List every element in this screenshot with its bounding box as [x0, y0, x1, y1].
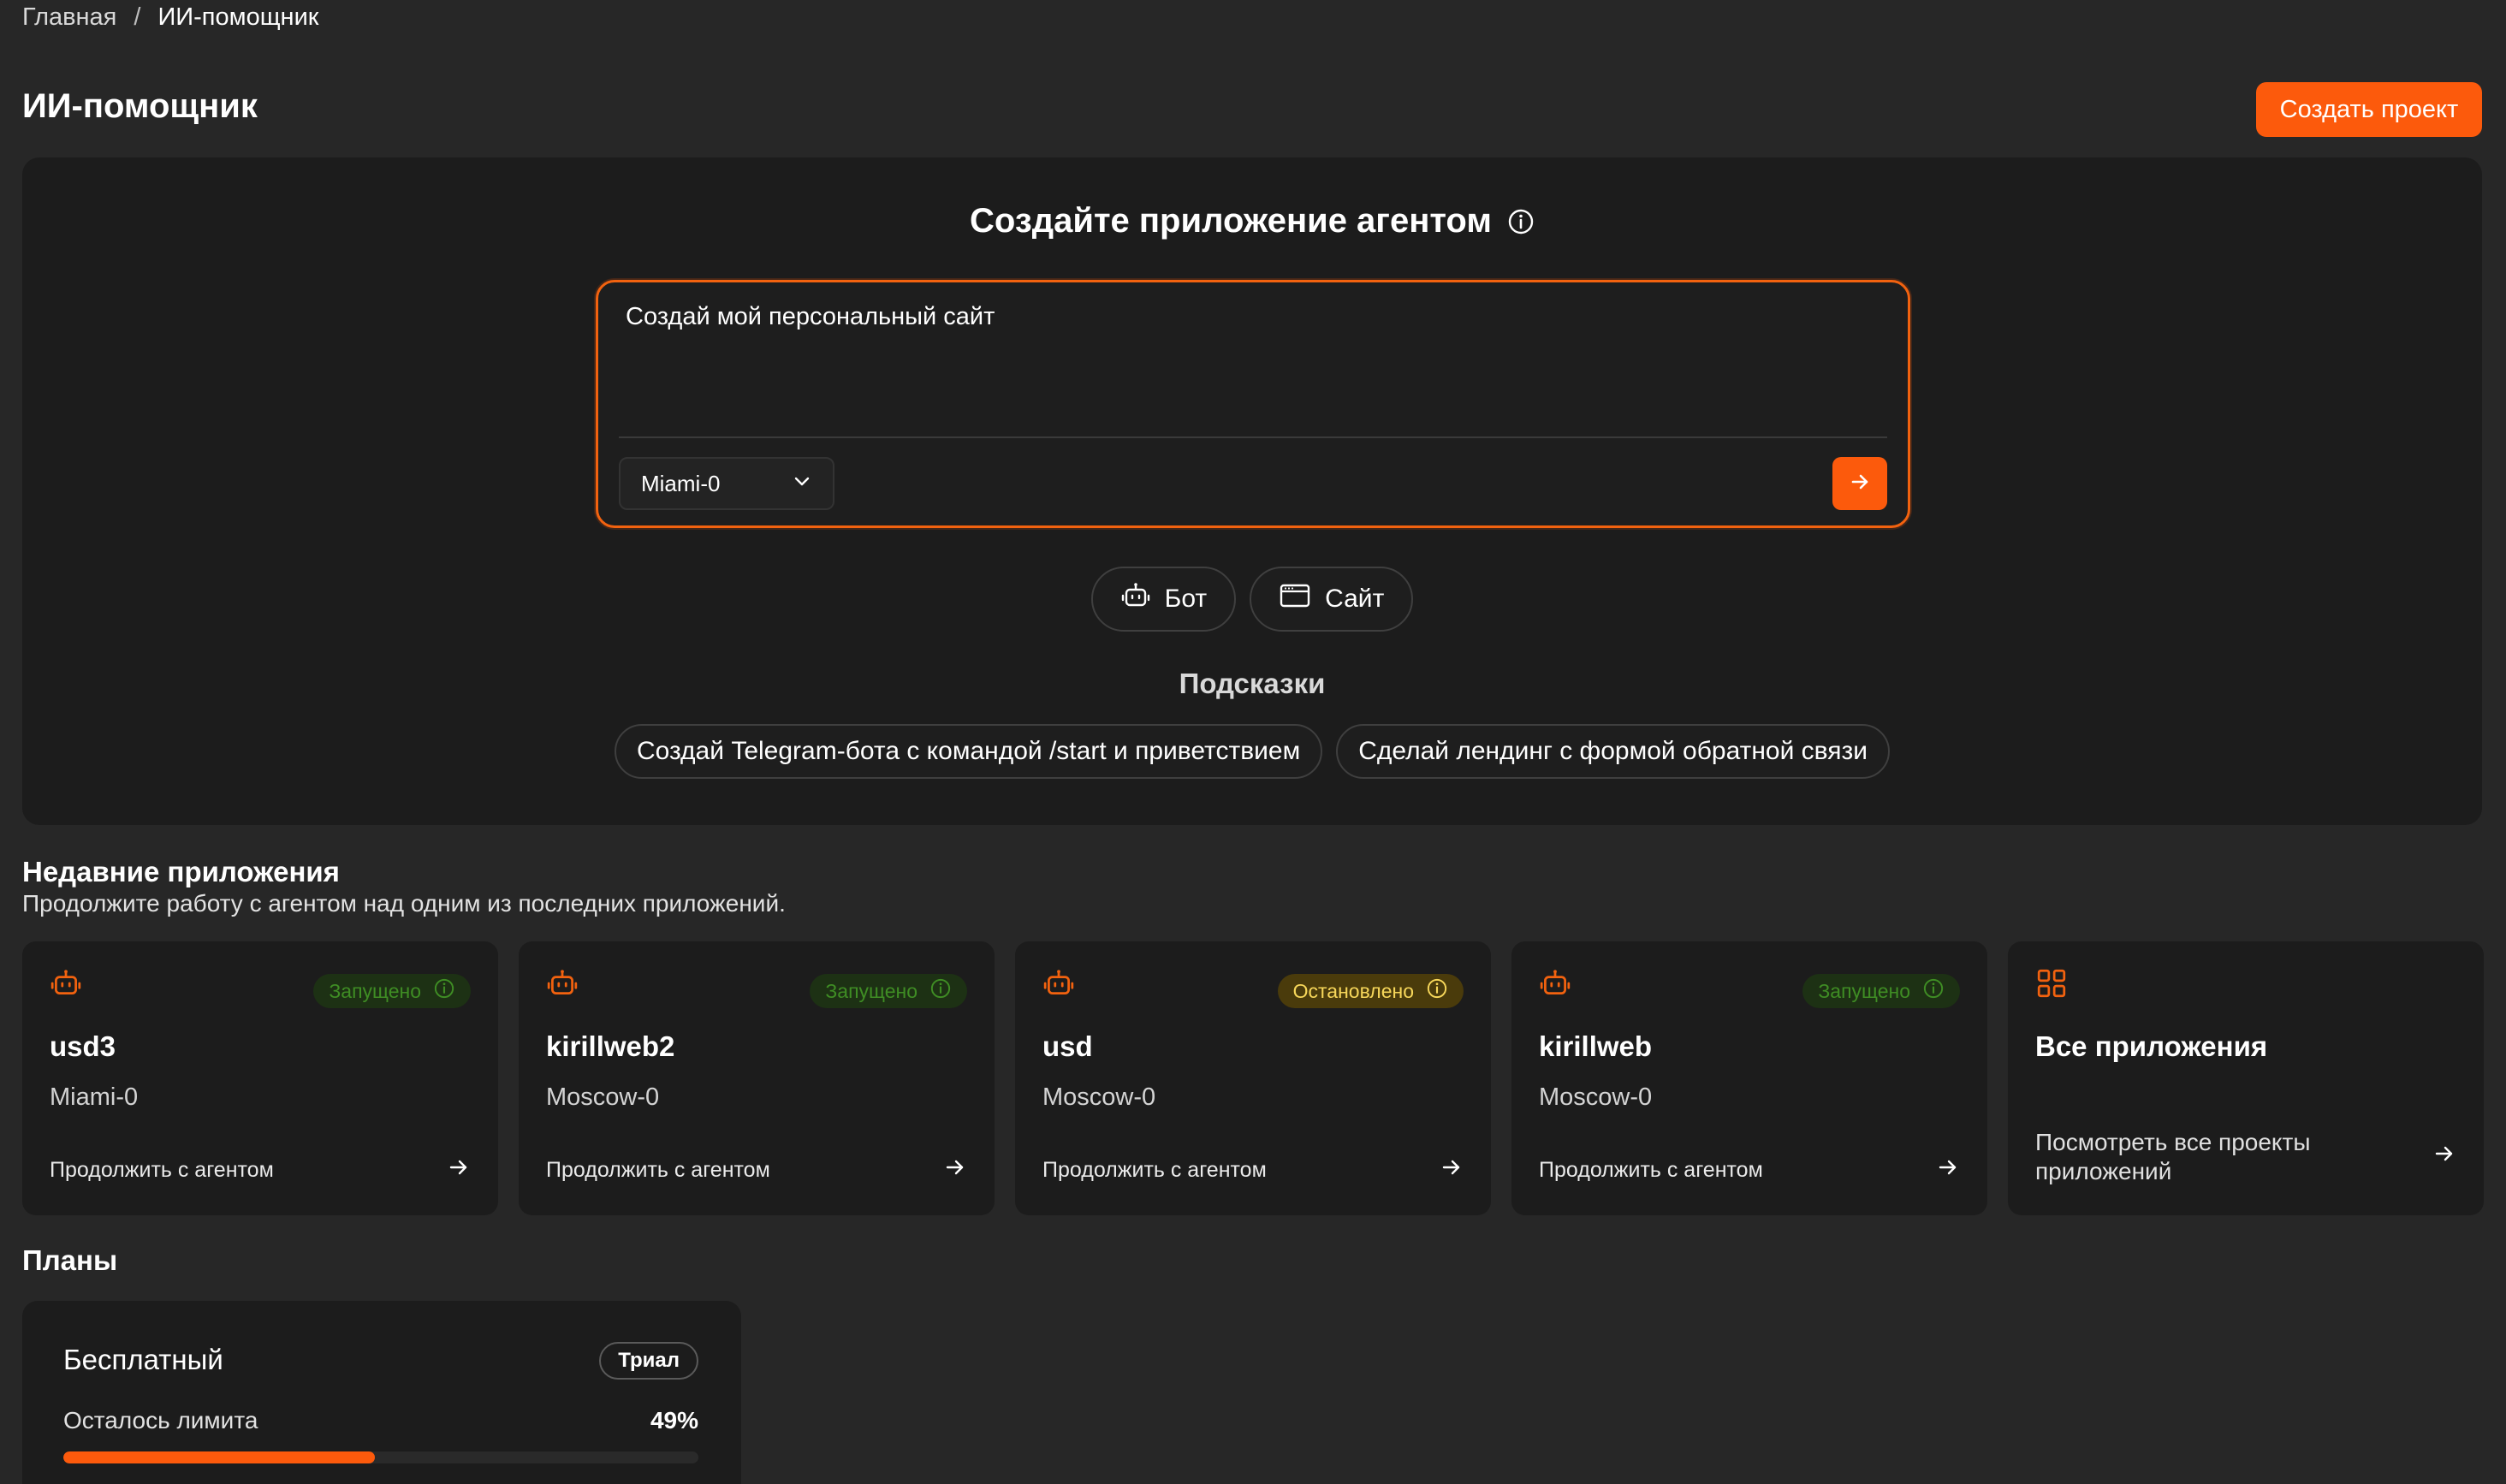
plan-limit-progress	[63, 1451, 698, 1463]
agent-create-title: Создайте приложение агентом	[970, 202, 1492, 240]
prompt-divider	[619, 436, 1887, 438]
app-card[interactable]: Запущено usd3 Miami-0 Продолжить с агент…	[22, 941, 498, 1215]
info-icon[interactable]	[1507, 208, 1535, 235]
app-card[interactable]: Остановлено usd Moscow-0 Продолжить с аг…	[1015, 941, 1491, 1215]
send-button[interactable]	[1832, 457, 1887, 510]
hints-row: Создай Telegram-бота с командой /start и…	[22, 724, 2482, 779]
plan-limit-label: Осталось лимита	[63, 1407, 258, 1434]
recent-apps-list: Запущено usd3 Miami-0 Продолжить с агент…	[22, 941, 2484, 1215]
bot-icon	[1539, 967, 1571, 1004]
bot-icon	[50, 967, 82, 1004]
app-region: Moscow-0	[1042, 1083, 1156, 1111]
plan-limit-value: 49%	[650, 1407, 698, 1434]
continue-with-agent-label: Продолжить с агентом	[546, 1158, 770, 1182]
agent-create-title-row: Создайте приложение агентом	[22, 202, 2482, 240]
breadcrumb-home-link[interactable]: Главная	[22, 3, 116, 32]
app-name: usd3	[50, 1030, 116, 1062]
recent-apps-subtitle: Продолжите работу с агентом над одним из…	[22, 890, 786, 917]
grid-icon	[2035, 967, 2068, 1004]
plan-limit-progress-fill	[63, 1451, 375, 1463]
hints-title: Подсказки	[1179, 668, 1326, 699]
plan-card: Бесплатный Триал Осталось лимита 49%	[22, 1301, 741, 1484]
app-name: kirillweb	[1539, 1030, 1653, 1062]
agent-create-panel: Создайте приложение агентом Создай мой п…	[22, 157, 2482, 825]
bot-icon	[546, 967, 579, 1004]
info-icon[interactable]	[929, 977, 952, 1005]
info-icon[interactable]	[1922, 977, 1945, 1005]
status-badge-label: Запущено	[825, 979, 917, 1002]
chevron-down-icon	[792, 471, 812, 497]
recent-apps-title: Недавние приложения	[22, 856, 340, 887]
mode-site-label: Сайт	[1325, 585, 1385, 613]
hint-chip-telegram-bot[interactable]: Создай Telegram-бота с командой /start и…	[614, 724, 1323, 779]
status-badge-label: Остановлено	[1292, 979, 1414, 1002]
mode-toggle-row: Бот Сайт	[22, 567, 2482, 632]
prompt-box: Создай мой персональный сайт Miami-0	[596, 280, 1910, 528]
app-name: usd	[1042, 1030, 1093, 1062]
mode-bot-label: Бот	[1164, 585, 1208, 613]
app-card[interactable]: Запущено kirillweb Moscow-0 Продолжить с…	[1511, 941, 1987, 1215]
app-name: kirillweb2	[546, 1030, 675, 1062]
status-badge: Запущено	[1802, 974, 1960, 1008]
arrow-right-icon	[447, 1155, 471, 1185]
breadcrumb-separator: /	[134, 3, 141, 31]
plans-title: Планы	[22, 1244, 118, 1276]
all-apps-card[interactable]: Все приложения Посмотреть все проекты пр…	[2008, 941, 2484, 1215]
arrow-right-icon	[1848, 470, 1872, 498]
mode-bot-button[interactable]: Бот	[1090, 567, 1237, 632]
arrow-right-icon	[2432, 1142, 2456, 1170]
breadcrumb: Главная / ИИ-помощник	[22, 3, 318, 32]
breadcrumb-current: ИИ-помощник	[157, 3, 319, 31]
status-badge-label: Запущено	[1818, 979, 1910, 1002]
app-region: Miami-0	[50, 1083, 139, 1111]
bot-icon	[1042, 967, 1075, 1004]
model-select[interactable]: Miami-0	[619, 457, 834, 510]
app-region: Moscow-0	[546, 1083, 660, 1111]
plan-name: Бесплатный	[63, 1344, 223, 1375]
continue-with-agent-label: Продолжить с агентом	[50, 1158, 274, 1182]
all-apps-title: Все приложения	[2035, 1030, 2268, 1062]
create-project-button[interactable]: Создать проект	[2256, 82, 2482, 137]
plan-badge: Триал	[599, 1342, 698, 1380]
hint-chip-landing[interactable]: Сделай лендинг с формой обратной связи	[1336, 724, 1891, 779]
status-badge: Запущено	[810, 974, 967, 1008]
arrow-right-icon	[1936, 1155, 1960, 1185]
browser-window-icon	[1279, 582, 1311, 616]
arrow-right-icon	[943, 1155, 967, 1185]
arrow-right-icon	[1440, 1155, 1464, 1185]
continue-with-agent-label: Продолжить с агентом	[1042, 1158, 1267, 1182]
all-apps-description: Посмотреть все проекты приложений	[2035, 1129, 2311, 1184]
mode-site-button[interactable]: Сайт	[1250, 567, 1414, 632]
app-region: Moscow-0	[1539, 1083, 1653, 1111]
status-badge: Запущено	[313, 974, 471, 1008]
page-title: ИИ-помощник	[22, 87, 258, 125]
continue-with-agent-link[interactable]: Продолжить с агентом	[1042, 1155, 1464, 1185]
prompt-input[interactable]: Создай мой персональный сайт	[626, 303, 1875, 406]
continue-with-agent-link[interactable]: Продолжить с агентом	[1539, 1155, 1960, 1185]
info-icon[interactable]	[433, 977, 455, 1005]
continue-with-agent-link[interactable]: Продолжить с агентом	[546, 1155, 967, 1185]
continue-with-agent-link[interactable]: Продолжить с агентом	[50, 1155, 471, 1185]
bot-icon	[1120, 580, 1151, 618]
model-select-value: Miami-0	[641, 470, 721, 496]
status-badge: Остановлено	[1277, 974, 1464, 1008]
info-icon[interactable]	[1426, 977, 1448, 1005]
page: Главная / ИИ-помощник ИИ-помощник Создат…	[0, 0, 2506, 1484]
continue-with-agent-label: Продолжить с агентом	[1539, 1158, 1763, 1182]
status-badge-label: Запущено	[329, 979, 421, 1002]
app-card[interactable]: Запущено kirillweb2 Moscow-0 Продолжить …	[519, 941, 995, 1215]
